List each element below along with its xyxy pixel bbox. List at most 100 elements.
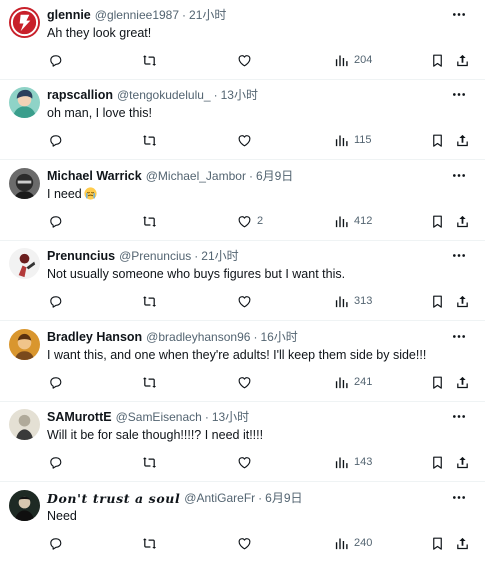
reply-button[interactable] <box>48 374 63 390</box>
bookmark-button[interactable] <box>430 374 445 390</box>
user-handle[interactable]: @Michael_Jambor <box>146 168 246 185</box>
reply-text: I need <box>47 186 465 202</box>
share-button[interactable] <box>455 454 470 470</box>
like-button[interactable]: 2 <box>237 213 263 229</box>
reply-button[interactable] <box>48 132 63 148</box>
user-handle[interactable]: @SamEisenach <box>116 409 202 426</box>
user-handle[interactable]: @glenniee1987 <box>95 7 179 24</box>
avatar[interactable] <box>9 329 40 360</box>
reply-item[interactable]: glennie @glenniee1987 · 21小时 Ah they loo… <box>0 0 485 80</box>
share-button[interactable] <box>455 132 470 148</box>
more-icon <box>452 165 466 183</box>
more-options-button[interactable] <box>450 408 468 422</box>
display-name[interactable]: Prenuncius <box>47 248 115 265</box>
bookmark-button[interactable] <box>430 132 445 148</box>
post-time[interactable]: 6月9日 <box>265 490 302 507</box>
display-name[interactable]: Don't trust a soul <box>47 490 180 507</box>
more-options-button[interactable] <box>450 247 468 261</box>
post-time[interactable]: 21小时 <box>189 7 226 24</box>
avatar[interactable] <box>9 409 40 440</box>
user-handle[interactable]: @tengokudelulu_ <box>117 87 211 104</box>
avatar[interactable] <box>9 248 40 279</box>
reply-item[interactable]: SAMurottE @SamEisenach · 13小时 Will it be… <box>0 402 485 482</box>
display-name[interactable]: Michael Warrick <box>47 168 142 185</box>
like-button[interactable] <box>237 52 257 68</box>
post-time[interactable]: 6月9日 <box>256 168 293 185</box>
retweet-button[interactable] <box>142 132 157 148</box>
reply-header: Bradley Hanson @bradleyhanson96 · 16小时 <box>47 329 445 346</box>
reply-button[interactable] <box>48 535 63 551</box>
like-button[interactable] <box>237 132 257 148</box>
views-button[interactable]: 115 <box>334 132 372 148</box>
user-handle[interactable]: @bradleyhanson96 <box>146 329 250 346</box>
more-options-button[interactable] <box>450 489 468 503</box>
retweet-button[interactable] <box>142 374 157 390</box>
bookmark-button[interactable] <box>430 293 445 309</box>
share-button[interactable] <box>455 374 470 390</box>
display-name[interactable]: rapscallion <box>47 87 113 104</box>
bookmark-button[interactable] <box>430 213 445 229</box>
views-button[interactable]: 143 <box>334 454 372 470</box>
more-icon <box>452 406 466 424</box>
bookmark-button[interactable] <box>430 535 445 551</box>
views-button[interactable]: 240 <box>334 535 372 551</box>
retweet-icon <box>142 375 157 390</box>
like-button[interactable] <box>237 374 257 390</box>
retweet-icon <box>142 294 157 309</box>
like-icon <box>237 294 252 309</box>
views-button[interactable]: 313 <box>334 293 372 309</box>
post-time[interactable]: 13小时 <box>212 409 249 426</box>
views-button[interactable]: 412 <box>334 213 372 229</box>
reply-item[interactable]: Prenuncius @Prenuncius · 21小时 Not usuall… <box>0 241 485 321</box>
views-button[interactable]: 241 <box>334 374 372 390</box>
divider <box>0 481 485 482</box>
more-options-button[interactable] <box>450 167 468 181</box>
views-button[interactable]: 204 <box>334 52 372 68</box>
separator-dot: · <box>182 8 187 22</box>
reply-button[interactable] <box>48 454 63 470</box>
share-button[interactable] <box>455 52 470 68</box>
share-button[interactable] <box>455 213 470 229</box>
like-icon <box>237 53 252 68</box>
share-icon <box>455 294 470 309</box>
post-time[interactable]: 16小时 <box>260 329 297 346</box>
more-options-button[interactable] <box>450 86 468 100</box>
retweet-button[interactable] <box>142 535 157 551</box>
avatar[interactable] <box>9 87 40 118</box>
share-button[interactable] <box>455 293 470 309</box>
retweet-icon <box>142 455 157 470</box>
analytics-icon <box>334 53 349 68</box>
avatar[interactable] <box>9 490 40 521</box>
reply-item[interactable]: Bradley Hanson @bradleyhanson96 · 16小时 I… <box>0 322 485 402</box>
reply-button[interactable] <box>48 293 63 309</box>
reply-item[interactable]: Don't trust a soul @AntiGareFr · 6月9日 Ne… <box>0 483 485 563</box>
display-name[interactable]: Bradley Hanson <box>47 329 142 346</box>
like-button[interactable] <box>237 454 257 470</box>
reply-button[interactable] <box>48 213 63 229</box>
post-time[interactable]: 13小时 <box>221 87 258 104</box>
reply-item[interactable]: rapscallion @tengokudelulu_ · 13小时 oh ma… <box>0 80 485 160</box>
like-button[interactable] <box>237 535 257 551</box>
bookmark-button[interactable] <box>430 52 445 68</box>
user-handle[interactable]: @AntiGareFr <box>184 490 255 507</box>
reply-text: I want this, and one when they're adults… <box>47 347 465 363</box>
display-name[interactable]: SAMurottE <box>47 409 112 426</box>
avatar[interactable] <box>9 168 40 199</box>
reply-item[interactable]: Michael Warrick @Michael_Jambor · 6月9日 I… <box>0 161 485 241</box>
retweet-button[interactable] <box>142 52 157 68</box>
like-icon <box>237 455 252 470</box>
retweet-button[interactable] <box>142 454 157 470</box>
retweet-button[interactable] <box>142 213 157 229</box>
more-options-button[interactable] <box>450 6 468 20</box>
more-options-button[interactable] <box>450 328 468 342</box>
share-icon <box>455 133 470 148</box>
retweet-button[interactable] <box>142 293 157 309</box>
reply-button[interactable] <box>48 52 63 68</box>
bookmark-button[interactable] <box>430 454 445 470</box>
share-button[interactable] <box>455 535 470 551</box>
user-handle[interactable]: @Prenuncius <box>119 248 191 265</box>
like-button[interactable] <box>237 293 257 309</box>
avatar[interactable] <box>9 7 40 38</box>
display-name[interactable]: glennie <box>47 7 91 24</box>
post-time[interactable]: 21小时 <box>201 248 238 265</box>
